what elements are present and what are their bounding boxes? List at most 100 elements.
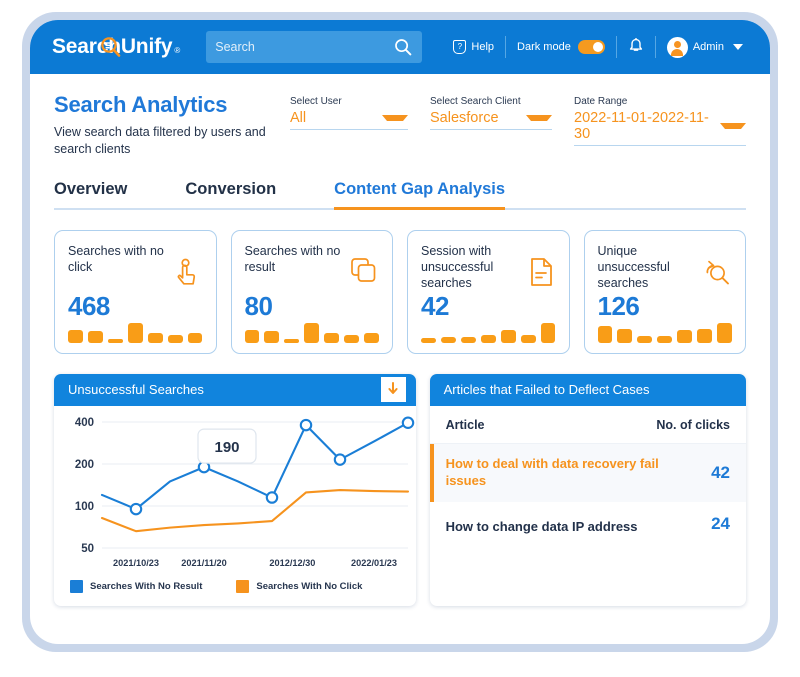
top-bar-actions: ? Help Dark mode Admin — [442, 36, 754, 58]
sparkline-bar — [637, 335, 653, 343]
unsuccessful-searches-panel: Unsuccessful Searches 400 200 100 50 2021/10… — [54, 373, 416, 606]
kpi-card-searches-no-result[interactable]: Searches with no result 80 — [230, 229, 393, 354]
kpi-card-session-unsuccessful[interactable]: Session with unsuccessful searches 42 — [407, 229, 570, 354]
line-chart[interactable]: 400 200 100 50 2021/10/23 2021/11/20 2012/12/3… — [54, 406, 416, 606]
search-icon[interactable] — [394, 38, 412, 61]
page-header-text: Search Analytics View search data filter… — [54, 92, 290, 158]
articles-table: Article No. of clicks How to deal with d… — [429, 406, 746, 554]
kpi-card-title: Session with unsuccessful searches — [421, 243, 494, 291]
chart-legend: Searches With No Result Searches With No… — [70, 579, 363, 593]
article-clicks: 42 — [711, 462, 730, 482]
svg-text:2021/10/23: 2021/10/23 — [113, 558, 159, 568]
svg-text:2012/12/30: 2012/12/30 — [269, 558, 315, 568]
notifications-button[interactable] — [617, 37, 655, 58]
filter-select-search-client[interactable]: Select Search Client Salesforce — [430, 96, 552, 146]
svg-text:190: 190 — [214, 439, 239, 456]
filter-label: Select Search Client — [430, 96, 521, 107]
brand-logo[interactable]: SearchUnify ® — [52, 35, 180, 59]
sparkline-bar — [421, 337, 436, 343]
panel-header: Articles that Failed to Deflect Cases — [429, 373, 746, 406]
filter-select-user[interactable]: Select User All — [290, 96, 408, 146]
legend-swatch — [70, 579, 83, 593]
sparkline-bar — [187, 332, 203, 343]
table-row[interactable]: How to change data IP address 24 — [430, 502, 746, 554]
tab-overview[interactable]: Overview — [54, 180, 127, 208]
tab-conversion[interactable]: Conversion — [185, 180, 276, 208]
svg-text:400: 400 — [75, 417, 94, 429]
sparkline-bar — [167, 334, 183, 343]
chevron-down-icon[interactable] — [382, 115, 408, 121]
document-icon — [529, 257, 555, 292]
chevron-down-icon[interactable] — [526, 115, 552, 121]
sparkline-bar — [304, 322, 320, 343]
filter-date-range[interactable]: Date Range 2022-11-01-2022-11-30 — [574, 96, 746, 146]
page-subtitle: View search data filtered by users and s… — [54, 125, 266, 156]
svg-text:50: 50 — [81, 543, 94, 555]
sparkline-bar — [597, 325, 613, 343]
toggle-switch-on[interactable] — [577, 40, 605, 54]
panel-title: Unsuccessful Searches — [68, 382, 204, 398]
tap-click-icon — [174, 257, 202, 292]
filter-control[interactable]: 2022-11-01-2022-11-30 — [574, 110, 746, 146]
chevron-down-icon[interactable] — [720, 123, 746, 129]
kpi-card-title: Searches with no click — [68, 243, 164, 274]
legend-label: Searches With No Click — [256, 580, 363, 592]
panel-header: Unsuccessful Searches — [54, 373, 416, 406]
sparkline-bar — [677, 329, 693, 343]
download-arrow-icon — [386, 381, 400, 399]
top-navigation-bar: SearchUnify ® Search ? Help Dark mode Ad… — [30, 20, 770, 74]
filter-control[interactable]: Salesforce — [430, 110, 552, 130]
sparkline-bar — [127, 322, 143, 343]
tab-bar: Overview Conversion Content Gap Analysis — [54, 180, 746, 210]
download-button[interactable] — [380, 377, 406, 403]
kpi-card-title: Searches with no result — [244, 243, 341, 274]
chart-canvas: 400 200 100 50 2021/10/23 2021/11/20 2012/12/3… — [75, 416, 415, 568]
sparkline-bar — [520, 334, 536, 343]
copy-pages-icon — [350, 257, 378, 290]
help-button[interactable]: ? Help — [442, 40, 505, 54]
sparkline-bar — [717, 322, 732, 343]
article-title: How to change data IP address — [445, 519, 638, 535]
kpi-card-unique-unsuccessful[interactable]: Unique unsuccessful searches 126 — [583, 229, 746, 354]
kpi-card-value: 42 — [421, 290, 449, 321]
legend-item-no-click[interactable]: Searches With No Click — [236, 579, 363, 593]
sparkline-bar — [364, 332, 379, 343]
logo-magnifier-icon — [100, 36, 121, 57]
chevron-down-icon[interactable] — [733, 44, 743, 50]
global-search-box[interactable]: Search — [206, 31, 423, 63]
page-header-row: Search Analytics View search data filter… — [54, 92, 746, 158]
sparkline-bar — [617, 328, 633, 343]
filter-control[interactable]: All — [290, 110, 408, 130]
sparkline-bar — [284, 338, 300, 343]
kpi-sparkline — [597, 322, 733, 343]
app-window: SearchUnify ® Search ? Help Dark mode Ad… — [30, 20, 770, 644]
kpi-card-searches-no-click[interactable]: Searches with no click 468 — [54, 229, 217, 354]
table-header-row: Article No. of clicks — [429, 406, 746, 444]
filter-label: Select User — [290, 96, 342, 107]
page-title: Search Analytics — [54, 92, 228, 117]
legend-label: Searches With No Result — [90, 580, 203, 592]
kpi-card-value: 80 — [244, 290, 273, 321]
user-name-label: Admin — [692, 41, 724, 53]
sparkline-bar — [344, 334, 360, 343]
sparkline-bar — [87, 330, 103, 343]
sparkline-bar — [147, 332, 163, 343]
svg-text:100: 100 — [75, 501, 94, 513]
help-shield-icon: ? — [453, 40, 467, 54]
legend-item-no-result[interactable]: Searches With No Result — [70, 579, 203, 593]
search-back-icon — [701, 257, 731, 292]
column-header-article: Article — [445, 417, 485, 432]
legend-swatch — [236, 579, 250, 593]
table-row[interactable]: How to deal with data recovery fail issu… — [429, 443, 746, 502]
sparkline-bar — [540, 322, 556, 343]
filter-value: 2022-11-01-2022-11-30 — [574, 110, 709, 142]
svg-text:200: 200 — [75, 459, 94, 471]
sparkline-bar — [657, 335, 673, 343]
user-menu[interactable]: Admin — [656, 36, 754, 58]
failed-articles-panel: Articles that Failed to Deflect Cases Ar… — [429, 373, 746, 606]
filter-value: All — [290, 110, 307, 126]
column-header-clicks: No. of clicks — [656, 417, 730, 432]
dark-mode-toggle[interactable]: Dark mode — [506, 40, 616, 54]
tab-content-gap-analysis[interactable]: Content Gap Analysis — [334, 180, 505, 210]
sparkline-bar — [68, 329, 83, 343]
